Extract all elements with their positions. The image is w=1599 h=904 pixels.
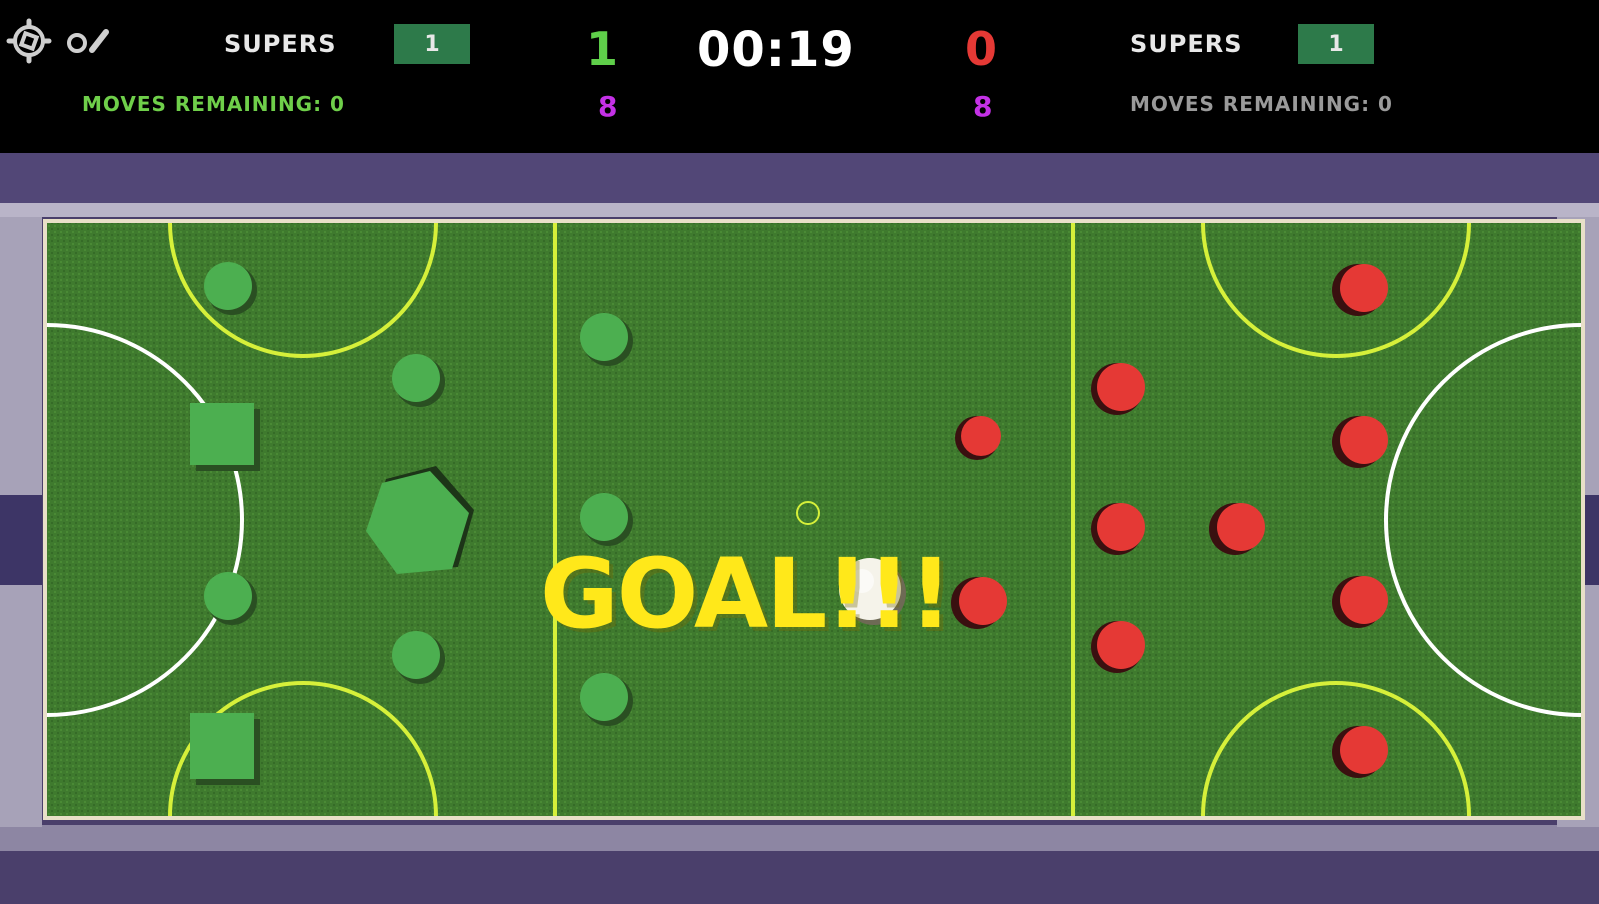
right-supers-count[interactable]: 1 — [1298, 24, 1374, 64]
super-block-piece[interactable] — [190, 403, 260, 471]
gear-icon[interactable] — [6, 18, 52, 64]
left-sub-count: 8 — [598, 90, 619, 123]
super-block-piece[interactable] — [190, 713, 260, 785]
right-supers-label: SUPERS — [1130, 30, 1243, 58]
sound-toggle-icon[interactable] — [66, 28, 114, 58]
right-sub-count: 8 — [973, 90, 994, 123]
left-supers-label: SUPERS — [224, 30, 337, 58]
scoreboard-hud: SUPERS 1 MOVES REMAINING: 0 1 8 00:19 0 … — [0, 0, 1599, 153]
field-canvas — [0, 153, 1599, 900]
arena-top-rail — [0, 203, 1599, 217]
right-moves-remaining: MOVES REMAINING: 0 — [1130, 92, 1393, 116]
left-moves-remaining: MOVES REMAINING: 0 — [82, 92, 345, 116]
game-arena: GOAL!!! — [0, 153, 1599, 900]
right-score: 0 — [965, 22, 999, 76]
left-goal — [0, 495, 42, 585]
match-timer: 00:19 — [697, 22, 855, 78]
left-supers-count[interactable]: 1 — [394, 24, 470, 64]
arena-bottom-rail — [0, 825, 1599, 851]
goal-banner: GOAL!!! — [540, 538, 953, 650]
left-score: 1 — [586, 22, 620, 76]
